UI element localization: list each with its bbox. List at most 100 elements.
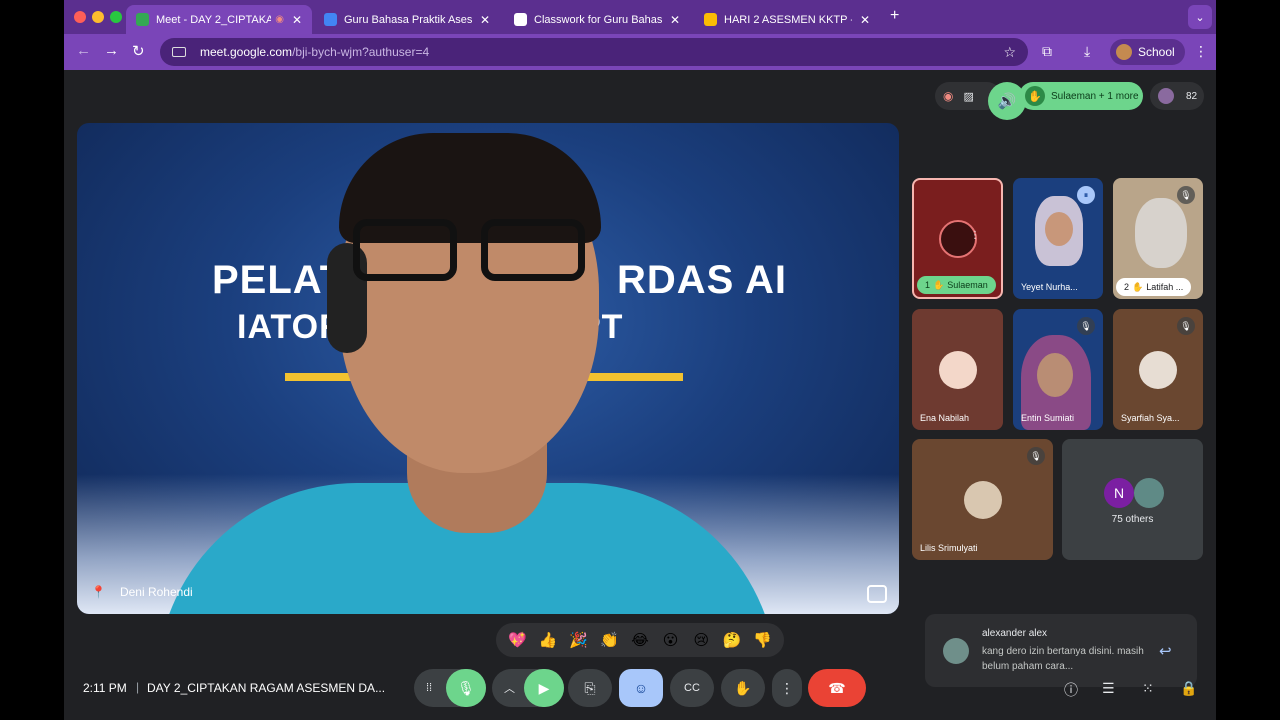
mic-off-icon: 🎙 [1177,317,1195,335]
captions-button[interactable]: CC [670,669,714,707]
tab-search-chevron-icon[interactable]: ⌄ [1188,5,1212,29]
close-tab-icon[interactable]: ✕ [670,13,680,27]
zoom-window-button[interactable] [110,11,122,23]
participant-tile-lilis[interactable]: 🎙 Lilis Srimulyati [912,439,1053,560]
classroom-favicon-icon [324,13,337,26]
drive-favicon-icon [704,13,717,26]
tab-title: Guru Bahasa Praktik Asesmen [344,13,472,26]
minimize-window-button[interactable] [92,11,104,23]
microphone-button[interactable]: 🎙 [446,669,486,707]
pin-icon[interactable]: 📍 [91,585,106,599]
tab-meet[interactable]: Meet - DAY 2_CIPTAKAN ◉ ✕ [126,5,312,34]
participant-tile-syarfiah[interactable]: 🎙 Syarfiah Sya... [1113,309,1203,430]
emoji-reactions-button[interactable]: ☺ [619,669,663,707]
participant-tile-yeyet[interactable]: ⏸ Yeyet Nurha... [1013,178,1103,299]
close-tab-icon[interactable]: ✕ [860,13,870,27]
participant-head [1135,198,1187,268]
participant-tile-sulaeman[interactable]: ⋮ 1 ✋ Sulaeman [912,178,1003,299]
close-tab-icon[interactable]: ✕ [292,13,302,27]
download-icon[interactable]: ⤓ [1084,43,1090,60]
host-controls-icon[interactable]: 🔒 [1180,680,1197,697]
meet-favicon-icon [136,13,149,26]
participant-name: Ena Nabilah [920,413,970,423]
reaction-surprised-button[interactable]: 😮 [659,628,683,652]
fullscreen-tile-icon[interactable] [867,585,887,603]
participant-tile-ena[interactable]: Ena Nabilah [912,309,1003,430]
participant-name: Sulaeman [947,280,988,290]
reaction-sad-button[interactable]: 😢 [689,628,713,652]
avatar [1134,478,1164,508]
speaking-name-pill: 1 ✋ Sulaeman [917,276,996,294]
meeting-title: DAY 2_CIPTAKAN RAGAM ASESMEN DA... [147,681,386,695]
reaction-laugh-button[interactable]: 😂 [628,628,652,652]
tab-classwork[interactable]: Classwork for Guru Bahasa C ✕ [504,5,690,34]
others-tile[interactable]: N 75 others [1062,439,1203,560]
browser-menu-icon[interactable]: ⋮ [1194,43,1208,60]
tile-options-icon[interactable]: ⋮ [970,230,980,241]
reaction-party-button[interactable]: 🎉 [567,628,591,652]
participant-count-button[interactable]: 82 [1150,82,1204,110]
participants-avatar-icon [1158,88,1174,104]
leave-call-button[interactable]: ☎ [808,669,866,707]
time-separator: | [136,680,140,694]
avatar [938,350,977,389]
participant-tile-entin[interactable]: 🎙 Entin Sumiati [1013,309,1103,430]
captions-off-icon: ▨ [963,90,974,103]
captions-icon: CC [684,682,700,694]
info-icon[interactable]: ⓘ [1064,680,1078,700]
more-vert-icon: ⋮ [780,679,794,696]
participant-tile-latifah[interactable]: 🎙 2 ✋ Latifah ... [1113,178,1203,299]
speaker-glasses [353,219,593,283]
reaction-thumbs-down-button[interactable]: 👎 [751,628,775,652]
classwork-favicon-icon [514,13,527,26]
address-bar[interactable]: meet.google.com /bji-bych-wjm?authuser=4… [160,38,1028,66]
profile-label: School [1138,45,1175,59]
extensions-puzzle-icon[interactable]: ⧉ [1042,43,1052,60]
chat-icon[interactable]: ☰ [1102,680,1115,697]
raise-hand-button[interactable]: ✋ [721,669,765,707]
present-screen-button[interactable]: ⎘ [568,669,612,707]
tab-guru-bahasa[interactable]: Guru Bahasa Praktik Asesmen ✕ [314,5,500,34]
new-tab-icon[interactable]: + [890,7,899,25]
browser-toolbar: ← → ↻ meet.google.com /bji-bych-wjm?auth… [64,34,1216,70]
reload-icon[interactable]: ↻ [132,42,145,60]
camera-button[interactable]: ▶ [524,669,564,707]
bookmark-star-icon[interactable]: ☆ [1003,44,1016,61]
others-count-label: 75 others [1111,514,1154,525]
reaction-clap-button[interactable]: 👏 [597,628,621,652]
speaker-name: Deni Rohendi [119,585,193,599]
back-arrow-icon[interactable]: ← [76,42,91,59]
reply-arrow-icon[interactable]: ↩ [1159,642,1172,660]
reactions-bar: 💖 👍 🎉 👏 😂 😮 😢 🤔 👎 [496,623,784,657]
reaction-thumbs-up-button[interactable]: 👍 [536,628,560,652]
chevron-up-icon[interactable]: ︿ [504,680,515,696]
participant-face [1045,212,1073,246]
reaction-heart-button[interactable]: 💖 [505,628,529,652]
recording-dot-icon: ◉ [275,14,284,25]
site-info-icon[interactable] [172,47,186,57]
more-options-button[interactable]: ⋮ [772,669,802,707]
raised-hand-icon: ✋ [1025,86,1045,106]
mic-off-icon: 🎙 [1177,186,1195,204]
hang-up-icon: ☎ [828,679,846,696]
audio-level-icon[interactable]: ⁞⁞ [426,682,432,694]
tab-bar: Meet - DAY 2_CIPTAKAN ◉ ✕ Guru Bahasa Pr… [64,0,1216,34]
hand-raised-name-pill: 2 ✋ Latifah ... [1116,278,1192,296]
glasses-left-lens [353,219,457,281]
tab-title: Meet - DAY 2_CIPTAKAN [156,13,272,26]
close-tab-icon[interactable]: ✕ [480,13,490,27]
tab-hari-2[interactable]: HARI 2 ASESMEN KKTP - Goo ✕ [694,5,880,34]
close-window-button[interactable] [74,11,86,23]
reaction-thinking-button[interactable]: 🤔 [720,628,744,652]
speaking-bars-icon: ⏸ [1077,186,1095,204]
main-speaker-video[interactable]: PELATIHAN RDAS AI PROMPT IATOR 📍 Deni Ro… [77,123,899,614]
raised-hands-pill[interactable]: ✋ Sulaeman + 1 more [1019,82,1143,110]
chat-sender: alexander alex [982,628,1048,639]
banner-text-1b: RDAS AI [617,258,787,302]
forward-arrow-icon[interactable]: → [104,42,119,59]
profile-avatar [1116,44,1132,60]
url-path: /bji-bych-wjm?authuser=4 [292,45,430,59]
participant-name: Yeyet Nurha... [1021,282,1078,292]
activities-icon[interactable]: ⁙ [1142,680,1154,697]
profile-button[interactable]: School [1110,39,1185,65]
